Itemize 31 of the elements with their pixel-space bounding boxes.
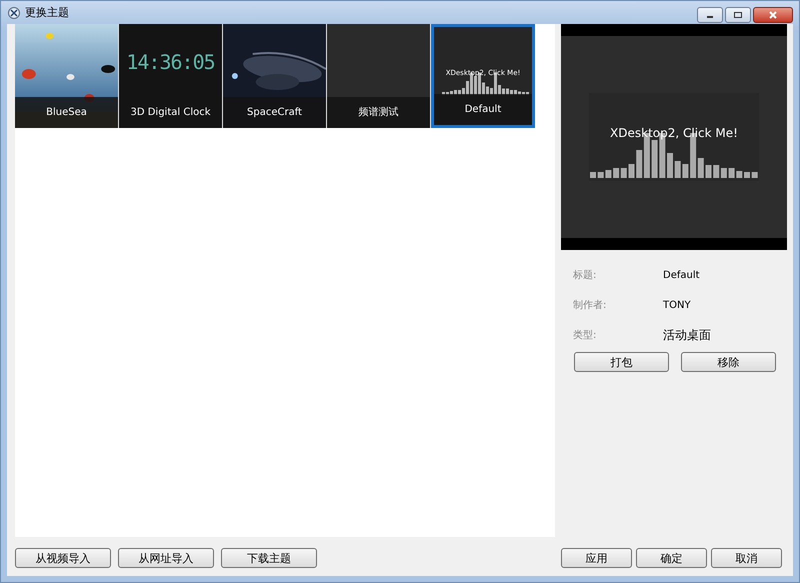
window-title: 更换主题: [25, 5, 69, 20]
close-icon: [768, 11, 778, 19]
theme-label: 频谱测试: [327, 97, 430, 128]
theme-tile[interactable]: SpaceCraft: [223, 24, 327, 128]
field-label: 标题:: [573, 268, 598, 282]
minimize-button[interactable]: [697, 7, 723, 23]
theme-tile[interactable]: 14:36:05 3D Digital Clock: [119, 24, 223, 128]
import-button[interactable]: 从网址导入: [118, 548, 214, 568]
field-value: 活动桌面: [663, 326, 711, 344]
maximize-icon: [733, 11, 743, 19]
theme-label: BlueSea: [15, 97, 118, 128]
field-value: Default: [663, 270, 700, 280]
app-icon: [7, 6, 21, 20]
preview-caption: XDesktop2, Click Me!: [609, 126, 739, 140]
theme-tile[interactable]: BlueSea: [15, 24, 119, 128]
dialog-button[interactable]: 确定: [636, 548, 707, 568]
field-label: 制作者:: [573, 298, 608, 312]
action-button[interactable]: 打包: [574, 352, 669, 372]
import-button[interactable]: 下载主题: [221, 548, 317, 568]
dialog-button[interactable]: 应用: [561, 548, 632, 568]
import-button[interactable]: 从视频导入: [15, 548, 111, 568]
maximize-button[interactable]: [725, 7, 751, 23]
close-button[interactable]: [753, 7, 793, 23]
field-label: 类型:: [573, 328, 598, 342]
field-value: TONY: [663, 300, 691, 310]
theme-label: Default: [434, 94, 532, 125]
action-button[interactable]: 移除: [681, 352, 776, 372]
theme-tile[interactable]: 频谱测试: [327, 24, 431, 128]
dialog-button[interactable]: 取消: [711, 548, 782, 568]
theme-label: SpaceCraft: [223, 97, 326, 128]
clock-digits: 14:36:05: [126, 50, 215, 74]
